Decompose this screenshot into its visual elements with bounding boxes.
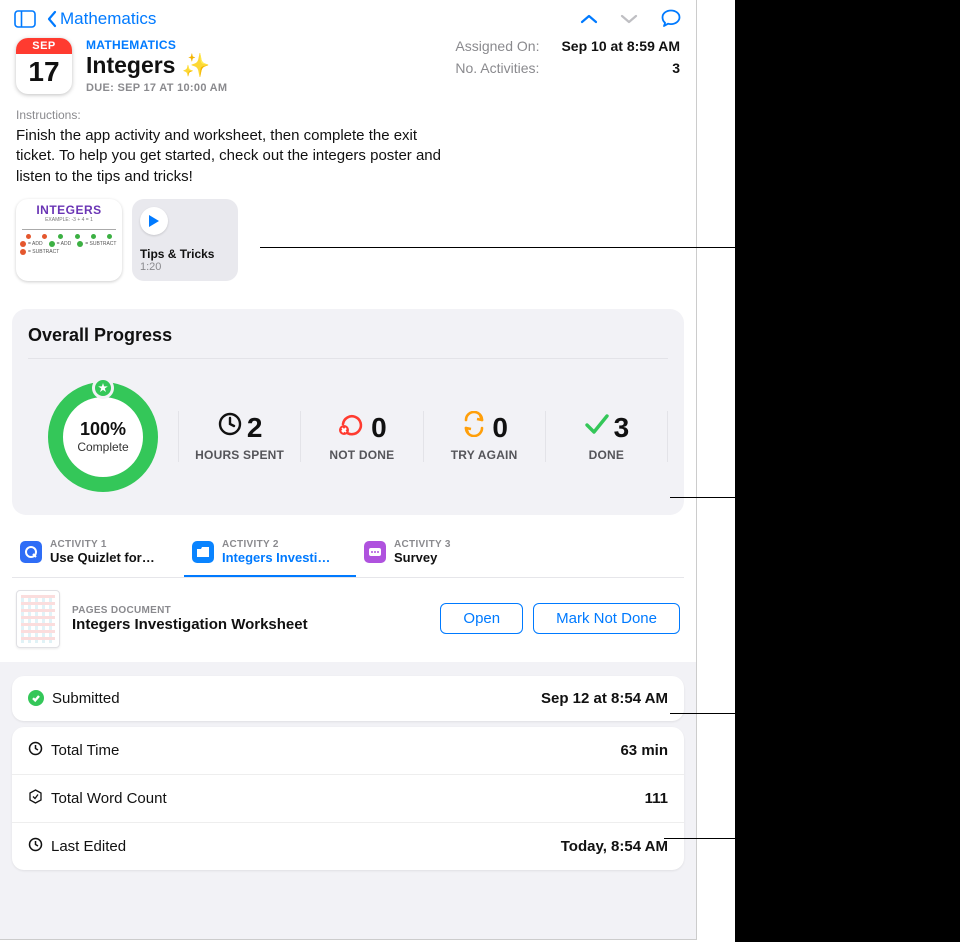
assigned-on-value: Sep 10 at 8:59 AM xyxy=(561,38,680,54)
quizlet-icon xyxy=(20,541,42,563)
activities-count-label: No. Activities: xyxy=(455,60,539,76)
stat-not-done: 0 NOT DONE xyxy=(300,411,422,462)
audio-title: Tips & Tricks xyxy=(140,247,230,261)
star-badge-icon xyxy=(92,377,114,399)
stat-done: 3 DONE xyxy=(545,411,668,462)
files-icon xyxy=(192,541,214,563)
callout-line xyxy=(664,838,735,839)
callout-line xyxy=(670,713,735,714)
survey-icon xyxy=(364,541,386,563)
document-row: PAGES DOCUMENT Integers Investigation Wo… xyxy=(0,578,696,660)
attachment-poster[interactable]: INTEGERS EXAMPLE: -3 + 4 = 1 = ADD = ADD… xyxy=(16,199,122,281)
back-label: Mathematics xyxy=(60,9,156,29)
poster-title: INTEGERS xyxy=(16,203,122,217)
instructions-text: Finish the app activity and worksheet, t… xyxy=(16,126,456,187)
app-window: Mathematics SEP 17 MATHEMATICS Integers … xyxy=(0,0,697,940)
assignment-header: SEP 17 MATHEMATICS Integers ✨ DUE: SEP 1… xyxy=(0,36,696,96)
audio-duration: 1:20 xyxy=(140,261,230,273)
chevron-down-icon[interactable] xyxy=(620,13,638,25)
clock-small-icon xyxy=(28,837,43,856)
details-card: Total Time 63 min Total Word Count 111 L… xyxy=(12,727,684,870)
assigned-on-label: Assigned On: xyxy=(455,38,539,54)
overall-progress-title: Overall Progress xyxy=(28,325,668,359)
overall-progress-panel: Overall Progress 100% Complete 2 HOURS S… xyxy=(12,309,684,515)
document-thumbnail[interactable] xyxy=(16,590,60,648)
mark-not-done-button[interactable]: Mark Not Done xyxy=(533,603,680,634)
submitted-value: Sep 12 at 8:54 AM xyxy=(541,690,668,707)
document-type-label: PAGES DOCUMENT xyxy=(72,605,428,616)
submitted-card: Submitted Sep 12 at 8:54 AM xyxy=(12,676,684,721)
tab-activity-2[interactable]: ACTIVITY 2 Integers Investi… xyxy=(184,529,356,577)
submitted-check-icon xyxy=(28,690,44,706)
detail-total-time: Total Time 63 min xyxy=(12,727,684,774)
sparkle-icon: ✨ xyxy=(181,52,210,79)
done-check-icon xyxy=(584,411,610,444)
calendar-icon: SEP 17 xyxy=(16,38,72,94)
sidebar-toggle-icon[interactable] xyxy=(14,10,36,28)
back-button[interactable]: Mathematics xyxy=(46,9,156,29)
submitted-label: Submitted xyxy=(52,690,120,707)
instructions: Instructions: Finish the app activity an… xyxy=(0,96,696,195)
stat-try-again: 0 TRY AGAIN xyxy=(423,411,545,462)
open-button[interactable]: Open xyxy=(440,603,523,634)
nav-bar: Mathematics xyxy=(0,0,696,36)
due-label: DUE: SEP 17 AT 10:00 AM xyxy=(86,82,441,94)
callout-line xyxy=(260,247,735,248)
try-again-icon xyxy=(460,411,488,444)
activity-tabs: ACTIVITY 1 Use Quizlet for… ACTIVITY 2 I… xyxy=(12,529,684,578)
tab-activity-3[interactable]: ACTIVITY 3 Survey xyxy=(356,529,528,577)
tab-activity-1[interactable]: ACTIVITY 1 Use Quizlet for… xyxy=(12,529,184,577)
progress-complete-label: Complete xyxy=(77,440,128,454)
details-section: Submitted Sep 12 at 8:54 AM Total Time 6… xyxy=(0,662,696,940)
chat-icon[interactable] xyxy=(660,8,682,30)
callout-line xyxy=(670,497,735,498)
clock-icon xyxy=(217,411,243,444)
not-done-icon xyxy=(337,411,367,444)
attachment-audio[interactable]: Tips & Tricks 1:20 xyxy=(132,199,238,281)
attachments-row: INTEGERS EXAMPLE: -3 + 4 = 1 = ADD = ADD… xyxy=(0,195,696,295)
clock-small-icon xyxy=(28,741,43,760)
calendar-month: SEP xyxy=(16,38,72,54)
assignment-title: Integers ✨ xyxy=(86,52,441,79)
play-icon[interactable] xyxy=(140,207,168,235)
stat-hours-spent: 2 HOURS SPENT xyxy=(178,411,300,462)
instructions-label: Instructions: xyxy=(16,108,680,122)
calendar-day: 17 xyxy=(16,54,72,88)
annotation-panel xyxy=(735,0,960,942)
progress-ring: 100% Complete xyxy=(28,379,178,495)
chevron-up-icon[interactable] xyxy=(580,13,598,25)
badge-icon xyxy=(28,789,43,808)
progress-percent: 100% xyxy=(80,419,126,440)
assignment-meta: Assigned On: Sep 10 at 8:59 AM No. Activ… xyxy=(455,38,680,94)
activities-count-value: 3 xyxy=(672,60,680,76)
detail-last-edited: Last Edited Today, 8:54 AM xyxy=(12,822,684,870)
detail-word-count: Total Word Count 111 xyxy=(12,774,684,822)
subject-label: MATHEMATICS xyxy=(86,38,441,52)
document-title: Integers Investigation Worksheet xyxy=(72,616,428,633)
